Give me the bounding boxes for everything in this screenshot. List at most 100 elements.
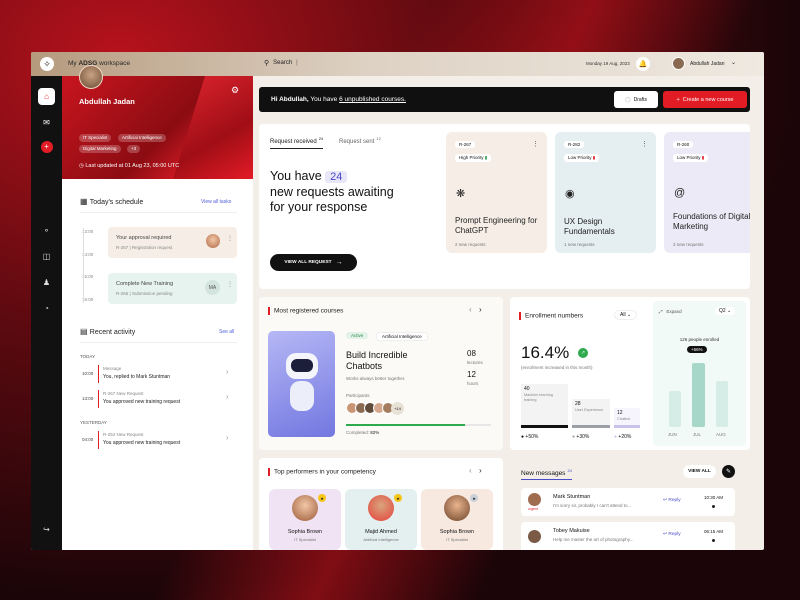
translate-icon[interactable]: ⚬: [38, 222, 55, 239]
bar-change: ● +30%: [572, 434, 590, 440]
month-bar[interactable]: [692, 363, 705, 427]
message-item[interactable]: Tobey Makuise Help me master the art of …: [521, 522, 735, 550]
request-card[interactable]: R-267 High Priority ▮ ⋮ ❋ Prompt Enginee…: [446, 132, 547, 253]
create-course-button[interactable]: + Create a new course: [663, 91, 747, 108]
chevron-left-icon[interactable]: ‹: [469, 466, 472, 475]
divider: [80, 342, 237, 343]
lectures-label: lectures: [467, 360, 483, 365]
chevron-right-icon[interactable]: ›: [226, 369, 228, 376]
drafts-button[interactable]: ◯ Drafts: [614, 91, 658, 108]
performer-name: Sophia Brown: [287, 529, 323, 535]
activity-marker: [98, 431, 99, 449]
reply-button[interactable]: ↩ Reply: [663, 498, 681, 503]
more-icon[interactable]: ⋮: [532, 140, 539, 148]
chevron-right-icon[interactable]: ›: [479, 305, 482, 314]
monthly-panel: ⤢ Expand Q2 ⌄ 126 people enrolled +56% J…: [653, 301, 746, 446]
more-icon[interactable]: ⋮: [641, 140, 648, 148]
workspace-name[interactable]: My ADSG workspace: [68, 60, 130, 67]
notification-bell-icon[interactable]: 🔔: [636, 57, 650, 71]
request-card[interactable]: R-282 Low Priority ▮ ⋮ ◉ UX Design Funda…: [555, 132, 656, 253]
activity-text: You approved new training request: [103, 399, 181, 405]
performer-card[interactable]: ★ Majid Ahmed Artificial Intelligence: [345, 489, 417, 550]
app-logo-icon[interactable]: ✧: [40, 57, 54, 71]
logout-icon[interactable]: ↪: [38, 521, 55, 538]
profile-tag: IT Specialist: [79, 134, 112, 142]
message-preview: Help me master the art of photography...: [553, 537, 634, 542]
activity-icon: ▤: [80, 327, 90, 336]
chevron-right-icon[interactable]: ›: [226, 435, 228, 442]
medal-icon: ★: [394, 494, 402, 502]
people-icon[interactable]: ♟: [38, 274, 55, 291]
see-all-link[interactable]: See all: [219, 329, 234, 335]
documents-icon[interactable]: ◫: [38, 248, 55, 265]
view-all-messages-button[interactable]: VIEW ALL: [683, 465, 716, 478]
month-bar[interactable]: [669, 391, 681, 427]
settings-gear-icon[interactable]: ⚙: [231, 85, 239, 96]
month-label: AUG: [716, 432, 726, 437]
unread-dot: [712, 539, 715, 542]
search-caret: |: [296, 60, 298, 66]
activity-item[interactable]: 13:00 R-267 New Request You approved new…: [80, 390, 237, 412]
participants-avatars[interactable]: +14: [346, 402, 404, 415]
compose-icon[interactable]: ✎: [722, 465, 735, 478]
expand-button[interactable]: ⤢ Expand: [659, 309, 682, 314]
performer-avatar: [368, 495, 394, 521]
analytics-icon[interactable]: ◔: [38, 300, 55, 317]
mail-icon[interactable]: ✉: [38, 114, 55, 131]
completion-label: Completed: 82%: [346, 430, 380, 435]
home-icon[interactable]: ⌂: [38, 88, 55, 105]
message-item[interactable]: urgent Mark Stuntman I'm sorry sir, prob…: [521, 488, 735, 516]
performer-role: IT Specialist: [294, 537, 316, 542]
search-bar[interactable]: ⚲ Search |: [264, 59, 298, 67]
activity-marker: [98, 365, 99, 383]
more-icon[interactable]: ⋮: [227, 235, 233, 242]
profile-tag-more[interactable]: +3: [127, 145, 141, 153]
message-time: 06:15 AM: [704, 529, 724, 534]
user-name[interactable]: Abdullah Jadan: [690, 61, 724, 67]
more-icon[interactable]: ⋮: [227, 281, 233, 288]
schedule-item-avatar: MA: [205, 280, 220, 295]
reply-button[interactable]: ↩ Reply: [663, 532, 681, 537]
chevron-right-icon[interactable]: ›: [479, 466, 482, 475]
performer-card[interactable]: ★ Sophia Brown IT Specialist: [269, 489, 341, 550]
activity-item[interactable]: 04:00 R-254 New Request You approved new…: [80, 431, 237, 453]
month-bar[interactable]: [716, 381, 728, 427]
bar-change: ● +50%: [521, 434, 539, 440]
participants-more: +14: [391, 402, 404, 415]
chevron-right-icon[interactable]: ›: [226, 394, 228, 401]
enrollment-bar[interactable]: 12 Chatbot: [614, 408, 640, 428]
divider: [80, 212, 237, 213]
schedule-item[interactable]: Complete New Training R-265 | Submission…: [108, 273, 237, 304]
message-preview: I'm sorry sir, probably I can't attend t…: [553, 503, 632, 508]
enrollment-bar[interactable]: 40 Machine learning training: [521, 384, 568, 428]
tab-request-received[interactable]: Request received24: [270, 136, 324, 149]
view-all-tasks-link[interactable]: View all tasks: [201, 199, 231, 205]
bar-label: Machine learning training: [524, 393, 553, 402]
performer-card[interactable]: ★ Sophia Brown IT Specialist: [421, 489, 493, 550]
priority-badge: High Priority ▮: [455, 154, 492, 162]
request-count: 2 new requests: [455, 242, 486, 247]
tab-request-sent[interactable]: Request sent12: [339, 136, 381, 145]
profile-decoration: [173, 76, 253, 179]
activity-time: 13:00: [82, 396, 94, 401]
unpublished-courses-link[interactable]: 6 unpublished courses.: [339, 96, 406, 103]
quarter-select[interactable]: Q2 ⌄: [715, 307, 736, 315]
request-card[interactable]: R-260 Low Priority ▮ @ Foundations of Di…: [664, 132, 750, 253]
activity-item[interactable]: 10:00 Message You, replied to Mark Stunt…: [80, 365, 237, 387]
performers-title: Top performers in your competency: [268, 468, 376, 476]
add-icon[interactable]: +: [38, 138, 55, 155]
enrollment-filter-select[interactable]: All ⌄: [614, 310, 638, 320]
performer-name: Majid Ahmed: [365, 529, 397, 535]
activity-type: Message: [103, 366, 122, 371]
course-title[interactable]: Build Incredible Chatbots: [346, 350, 431, 372]
chevron-left-icon[interactable]: ‹: [469, 305, 472, 314]
user-avatar[interactable]: [672, 57, 685, 70]
course-thumbnail[interactable]: [268, 331, 335, 437]
most-registered-courses-card: Most registered courses ‹ › Active Artif…: [259, 297, 503, 450]
performer-avatar: [292, 495, 318, 521]
chevron-down-icon[interactable]: ⌄: [731, 59, 736, 66]
enrollment-bar[interactable]: 28 User Experience: [572, 399, 610, 428]
view-all-requests-button[interactable]: VIEW ALL REQUEST →: [270, 254, 357, 271]
timeline-line: [83, 228, 84, 303]
schedule-item[interactable]: Your approval required R-267 | Registrat…: [108, 227, 237, 258]
